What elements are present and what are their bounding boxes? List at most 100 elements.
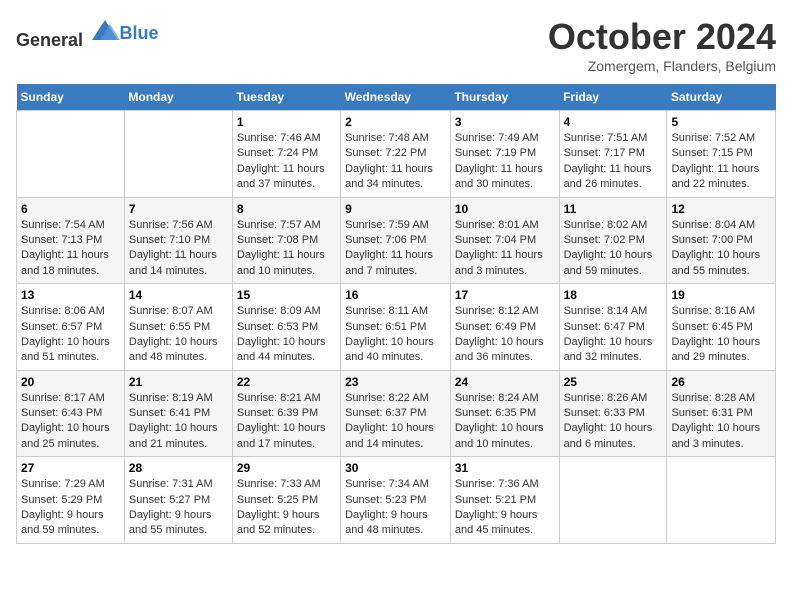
day-info: Sunrise: 7:51 AMSunset: 7:17 PMDaylight:…: [564, 131, 663, 193]
day-info: Sunrise: 8:01 AM Sunset: 7:04 PM Daylight:…: [455, 218, 555, 280]
calendar-table: SundayMondayTuesdayWednesdayThursdayFrid…: [16, 84, 776, 544]
calendar-cell: 12Sunrise: 8:04 AMSunset: 7:00 PMDayligh…: [667, 197, 776, 284]
calendar-cell: 28Sunrise: 7:31 AMSunset: 5:27 PMDayligh…: [124, 457, 232, 544]
calendar-cell: 26 Sunrise: 8:28 AMSunset: 6:31 PMDayligh…: [667, 370, 776, 457]
daylight-text: Daylight: 9 hours and 59 minutes.: [21, 509, 104, 536]
sunrise-text: Sunrise: 7:34 AM: [345, 478, 429, 490]
calendar-cell: [667, 457, 776, 544]
header-tuesday: Tuesday: [232, 84, 340, 111]
day-number: 22: [237, 375, 336, 389]
calendar-cell: 5 Sunrise: 7:52 AM Sunset: 7:15 PM Daylight…: [667, 111, 776, 198]
logo: General Blue: [16, 16, 159, 51]
sunrise-text: Sunrise: 8:26 AM: [564, 392, 648, 404]
sunrise-text: Sunrise: 8:19 AM: [129, 392, 213, 404]
calendar-cell: 22Sunrise: 8:21 AMSunset: 6:39 PMDayligh…: [232, 370, 340, 457]
sunset-text: Sunset: 5:25 PM: [237, 494, 318, 506]
sunrise-text: Sunrise: 7:29 AM: [21, 478, 105, 490]
day-info: Sunrise: 7:59 AM Sunset: 7:06 PM Daylight:…: [345, 218, 446, 280]
day-info: Sunrise: 7:56 AMSunset: 7:10 PMDaylight:…: [129, 218, 228, 280]
day-info: Sunrise: 7:33 AMSunset: 5:25 PMDaylight:…: [237, 477, 336, 539]
calendar-cell: 1Sunrise: 7:46 AMSunset: 7:24 PMDaylight…: [232, 111, 340, 198]
calendar-cell: 10 Sunrise: 8:01 AM Sunset: 7:04 PM Dayligh…: [450, 197, 559, 284]
day-number: 11: [564, 202, 663, 216]
day-info: Sunrise: 8:11 AMSunset: 6:51 PMDaylight:…: [345, 304, 446, 366]
calendar-cell: 23Sunrise: 8:22 AMSunset: 6:37 PMDayligh…: [341, 370, 451, 457]
sunset-text: Sunset: 7:06 PM: [345, 234, 426, 246]
header-thursday: Thursday: [450, 84, 559, 111]
day-number: 5: [671, 115, 771, 129]
day-info: Sunrise: 8:16 AMSunset: 6:45 PMDaylight:…: [671, 304, 771, 366]
calendar-cell: 27Sunrise: 7:29 AMSunset: 5:29 PMDayligh…: [17, 457, 125, 544]
daylight-text: Daylight: 10 hours and 59 minutes.: [564, 249, 653, 276]
calendar-week-4: 20Sunrise: 8:17 AMSunset: 6:43 PMDayligh…: [17, 370, 776, 457]
day-info: Sunrise: 7:57 AMSunset: 7:08 PMDaylight:…: [237, 218, 336, 280]
day-info: Sunrise: 7:34 AMSunset: 5:23 PMDaylight:…: [345, 477, 446, 539]
day-number: 10: [455, 202, 555, 216]
daylight-text: Daylight: 10 hours and 36 minutes.: [455, 336, 544, 363]
sunset-text: Sunset: 7:13 PM: [21, 234, 102, 246]
sunset-text: Sunset: 7:10 PM: [129, 234, 210, 246]
calendar-cell: 17Sunrise: 8:12 AMSunset: 6:49 PMDayligh…: [450, 284, 559, 371]
daylight-text: Daylight: 10 hours and 25 minutes.: [21, 422, 110, 449]
sunrise-text: Sunrise: 8:07 AM: [129, 305, 213, 317]
calendar-cell: 29Sunrise: 7:33 AMSunset: 5:25 PMDayligh…: [232, 457, 340, 544]
sunset-text: Sunset: 6:41 PM: [129, 407, 210, 419]
calendar-cell: 15Sunrise: 8:09 AMSunset: 6:53 PMDayligh…: [232, 284, 340, 371]
sunset-text: Sunset: 6:53 PM: [237, 321, 318, 333]
sunrise-text: Sunrise: 8:01 AM: [455, 219, 539, 231]
daylight-text: Daylight: 11 hours and 14 minutes.: [129, 249, 217, 276]
daylight-text: Daylight: 10 hours and 51 minutes.: [21, 336, 110, 363]
sunset-text: Sunset: 7:17 PM: [564, 147, 645, 159]
calendar-cell: 14Sunrise: 8:07 AMSunset: 6:55 PMDayligh…: [124, 284, 232, 371]
sunrise-text: Sunrise: 7:52 AM: [671, 132, 755, 144]
daylight-text: Daylight: 11 hours and 22 minutes.: [671, 163, 759, 190]
sunset-text: Sunset: 6:39 PM: [237, 407, 318, 419]
daylight-text: Daylight: 10 hours and 44 minutes.: [237, 336, 326, 363]
calendar-cell: 7Sunrise: 7:56 AMSunset: 7:10 PMDaylight…: [124, 197, 232, 284]
calendar-cell: 20Sunrise: 8:17 AMSunset: 6:43 PMDayligh…: [17, 370, 125, 457]
sunrise-text: Sunrise: 7:51 AM: [564, 132, 648, 144]
sunrise-text: Sunrise: 8:17 AM: [21, 392, 105, 404]
sunset-text: Sunset: 7:04 PM: [455, 234, 536, 246]
header-sunday: Sunday: [17, 84, 125, 111]
day-info: Sunrise: 7:29 AMSunset: 5:29 PMDaylight:…: [21, 477, 120, 539]
sunrise-text: Sunrise: 8:02 AM: [564, 219, 648, 231]
daylight-text: Daylight: 11 hours and 37 minutes.: [237, 163, 325, 190]
day-info: Sunrise: 7:48 AMSunset: 7:22 PMDaylight:…: [345, 131, 446, 193]
sunset-text: Sunset: 5:27 PM: [129, 494, 210, 506]
sunset-text: Sunset: 7:22 PM: [345, 147, 426, 159]
sunrise-text: Sunrise: 8:09 AM: [237, 305, 321, 317]
calendar-cell: [124, 111, 232, 198]
sunrise-text: Sunrise: 7:57 AM: [237, 219, 321, 231]
sunset-text: Sunset: 7:24 PM: [237, 147, 318, 159]
sunrise-text: Sunrise: 7:54 AM: [21, 219, 105, 231]
calendar-cell: 9 Sunrise: 7:59 AM Sunset: 7:06 PM Daylight…: [341, 197, 451, 284]
day-number: 6: [21, 202, 120, 216]
daylight-text: Daylight: 10 hours and 21 minutes.: [129, 422, 218, 449]
sunset-text: Sunset: 6:31 PM: [671, 407, 752, 419]
day-number: 9: [345, 202, 446, 216]
daylight-text: Daylight: 10 hours and 10 minutes.: [455, 422, 544, 449]
daylight-text: Daylight: 10 hours and 14 minutes.: [345, 422, 434, 449]
sunset-text: Sunset: 7:15 PM: [671, 147, 752, 159]
day-info: Sunrise: 8:28 AMSunset: 6:31 PMDaylight:…: [671, 391, 771, 453]
sunrise-text: Sunrise: 8:14 AM: [564, 305, 648, 317]
header-monday: Monday: [124, 84, 232, 111]
day-info: Sunrise: 7:36 AMSunset: 5:21 PMDaylight:…: [455, 477, 555, 539]
day-number: 26: [671, 375, 771, 389]
calendar-week-1: 1Sunrise: 7:46 AMSunset: 7:24 PMDaylight…: [17, 111, 776, 198]
day-number: 17: [455, 288, 555, 302]
day-info: Sunrise: 8:17 AMSunset: 6:43 PMDaylight:…: [21, 391, 120, 453]
daylight-text: Daylight: 11 hours and 30 minutes.: [455, 163, 543, 190]
day-number: 13: [21, 288, 120, 302]
daylight-text: Daylight: 9 hours and 48 minutes.: [345, 509, 428, 536]
logo-general: General: [16, 30, 83, 50]
day-info: Sunrise: 7:46 AMSunset: 7:24 PMDaylight:…: [237, 131, 336, 193]
calendar-cell: 30Sunrise: 7:34 AMSunset: 5:23 PMDayligh…: [341, 457, 451, 544]
calendar-week-5: 27Sunrise: 7:29 AMSunset: 5:29 PMDayligh…: [17, 457, 776, 544]
sunrise-text: Sunrise: 7:59 AM: [345, 219, 429, 231]
daylight-text: Daylight: 11 hours and 3 minutes.: [455, 249, 543, 276]
sunrise-text: Sunrise: 7:36 AM: [455, 478, 539, 490]
daylight-text: Daylight: 10 hours and 32 minutes.: [564, 336, 653, 363]
daylight-text: Daylight: 11 hours and 7 minutes.: [345, 249, 433, 276]
